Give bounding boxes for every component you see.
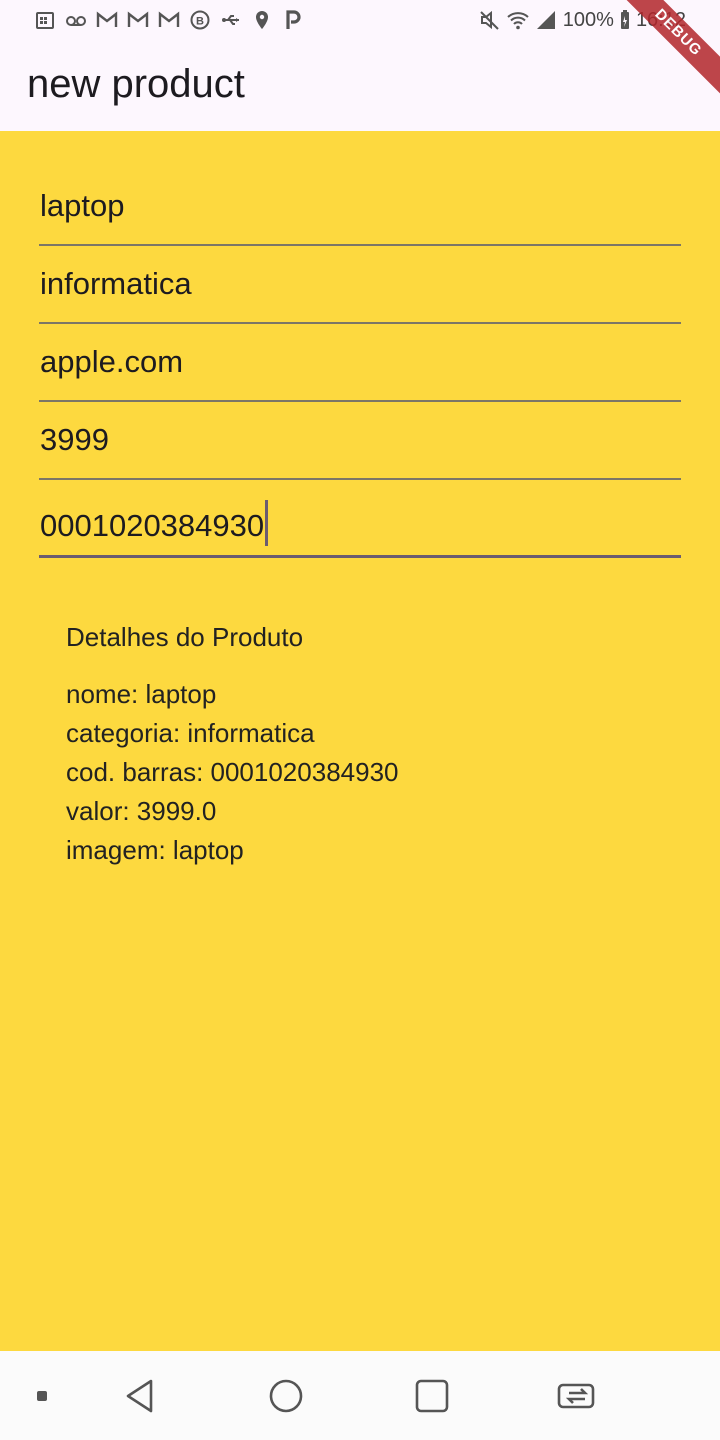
wifi-icon: [507, 12, 529, 30]
category-field[interactable]: informatica: [39, 246, 681, 324]
back-icon: [126, 1379, 153, 1412]
recents-button[interactable]: [402, 1351, 462, 1440]
price-field-value[interactable]: 3999: [40, 422, 109, 458]
image-url-field-value[interactable]: apple.com: [40, 344, 183, 380]
location-icon: [256, 11, 268, 29]
details-name: nome: laptop: [66, 679, 217, 709]
debug-banner-label: DEBUG: [612, 0, 720, 99]
navigation-bar: [0, 1351, 720, 1440]
barcode-field[interactable]: 0001020384930: [39, 480, 681, 558]
home-button[interactable]: [256, 1351, 316, 1440]
nav-indicator: [30, 1351, 54, 1440]
voicemail-icon: [66, 16, 86, 26]
details-barcode: cod. barras: 0001020384930: [66, 757, 399, 787]
gmail-icon: [96, 11, 118, 27]
text-cursor: [265, 500, 269, 546]
image-url-field[interactable]: apple.com: [39, 324, 681, 402]
details-title: Detalhes do Produto: [66, 622, 304, 652]
svg-text:B: B: [196, 16, 204, 28]
barcode-field-value[interactable]: 0001020384930: [40, 508, 264, 543]
details-image: imagem: laptop: [66, 835, 244, 865]
gmail-icon: [127, 11, 149, 27]
parking-app-icon: [286, 10, 301, 29]
switch-apps-button[interactable]: [548, 1351, 608, 1440]
calendar-icon: [36, 12, 54, 29]
signal-icon: [536, 11, 555, 29]
details-price: valor: 3999.0: [66, 796, 217, 826]
product-form: laptop informatica apple.com 3999 000102…: [39, 168, 681, 558]
recents-icon: [415, 1379, 449, 1412]
price-field[interactable]: 3999: [39, 402, 681, 480]
name-field[interactable]: laptop: [39, 168, 681, 246]
mute-icon: [480, 10, 499, 30]
debug-banner: DEBUG: [610, 0, 720, 110]
whatsapp-business-icon: B: [190, 10, 210, 30]
battery-percentage: 100%: [562, 8, 614, 31]
switch-apps-icon: [557, 1383, 595, 1408]
dot-icon: [37, 1390, 47, 1401]
details-category: categoria: informatica: [66, 718, 315, 748]
page-title: new product: [27, 62, 245, 106]
category-field-value[interactable]: informatica: [40, 266, 192, 302]
product-details: Detalhes do Produto nome: laptop categor…: [66, 622, 399, 870]
usb-icon: [222, 15, 239, 25]
name-field-value[interactable]: laptop: [40, 188, 124, 224]
gmail-icon: [158, 11, 180, 27]
notification-icons: B: [34, 8, 304, 32]
back-button[interactable]: [110, 1351, 170, 1440]
home-icon: [269, 1379, 303, 1412]
